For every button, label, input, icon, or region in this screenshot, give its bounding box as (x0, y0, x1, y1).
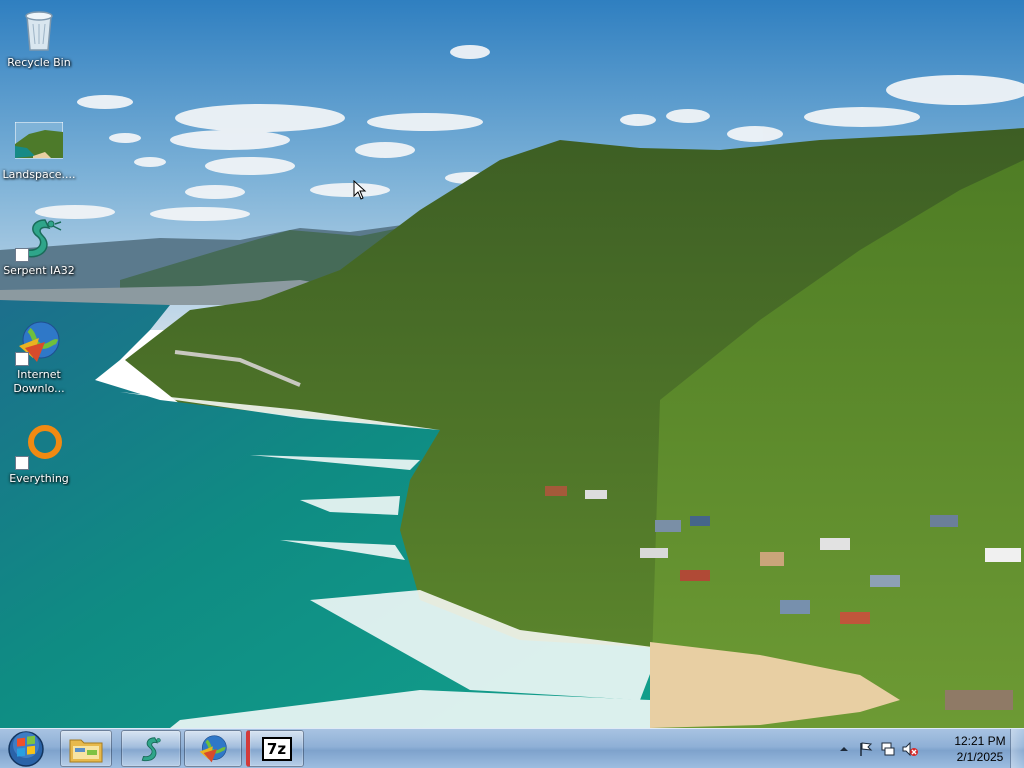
taskbar-clock[interactable]: 12:21 PM 2/1/2025 (946, 733, 1014, 765)
shortcut-arrow-icon (15, 248, 29, 262)
show-hidden-icons-icon[interactable] (836, 741, 852, 757)
desktop-icon-serpent-ia32[interactable]: Serpent IA32 (0, 214, 78, 278)
desktop-wallpaper (0, 0, 1024, 728)
taskbar-internet-download-manager-button[interactable] (184, 730, 242, 767)
mouse-pointer-icon (353, 180, 367, 200)
folder-icon (69, 739, 103, 762)
action-center-flag-icon[interactable] (858, 741, 874, 757)
volume-muted-icon[interactable] (902, 741, 918, 757)
shortcut-arrow-icon (15, 352, 29, 366)
internet-download-manager-icon (199, 734, 227, 762)
desktop-icon-everything[interactable]: Everything (0, 422, 78, 486)
7zip-icon: 7z (261, 736, 292, 761)
clock-time: 12:21 PM (954, 734, 1006, 748)
system-tray: 12:21 PM 2/1/2025 (834, 729, 1024, 768)
serpent-icon (141, 736, 161, 761)
image-file-icon (14, 118, 64, 166)
serpent-icon (15, 214, 63, 262)
shortcut-arrow-icon (15, 456, 29, 470)
taskbar-file-explorer-button[interactable] (60, 730, 112, 767)
taskbar-serpent-button[interactable] (121, 730, 181, 767)
taskbar-7zip-button[interactable]: 7z (246, 730, 304, 767)
windows-start-icon (8, 731, 44, 767)
desktop-icon-label: Landspace.... (2, 168, 76, 181)
start-button[interactable] (4, 730, 48, 768)
desktop-icon-label: Everything (9, 472, 69, 485)
network-icon[interactable] (880, 741, 896, 757)
7zip-glyph: 7z (266, 739, 287, 758)
desktop-icon-label: Serpent IA32 (3, 264, 75, 277)
internet-download-manager-icon (15, 318, 63, 366)
desktop-icon-internet-download-manager[interactable]: Internet Downlo... (0, 318, 78, 396)
desktop-icon-label: Internet Downlo... (13, 368, 65, 395)
desktop-icon-recycle-bin[interactable]: Recycle Bin (0, 6, 78, 70)
clock-date: 2/1/2025 (956, 750, 1004, 764)
taskbar: 7z 12:21 PM 2/1/2025 (0, 728, 1024, 768)
everything-search-icon (15, 422, 63, 470)
recycle-bin-icon (15, 6, 63, 54)
desktop-icon-label: Recycle Bin (7, 56, 71, 69)
desktop-icon-landspace[interactable]: Landspace.... (0, 118, 78, 182)
show-desktop-button[interactable] (1010, 729, 1024, 768)
